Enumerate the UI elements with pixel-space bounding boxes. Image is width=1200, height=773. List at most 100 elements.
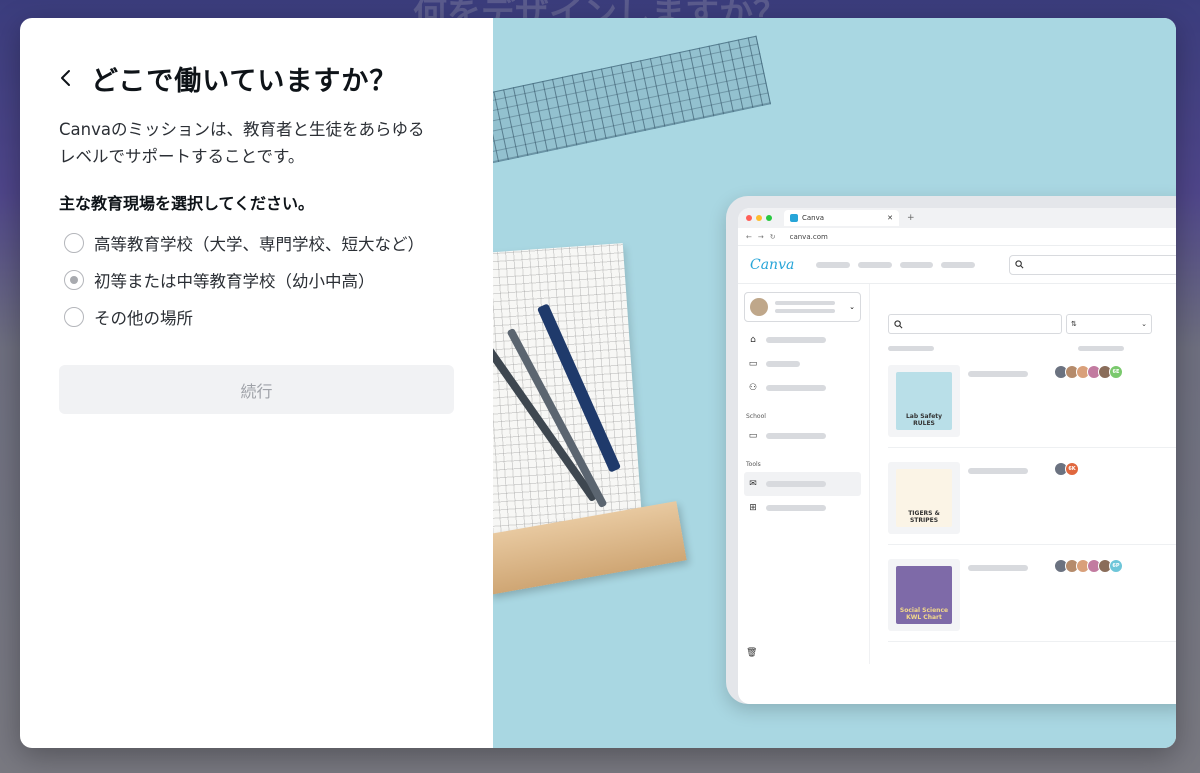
sidebar-item-create: ⊞ [744,496,861,520]
browser-tab-bar: Canva ✕ + [738,208,1176,228]
tablet-mockup: Canva ✕ + ←→↻ canva.com Canva ⌄ ⌂ ▭ ⚇ Sc… [726,196,1176,704]
avatar-overflow-badge: 6E [1109,365,1123,379]
design-title-placeholder [968,565,1028,571]
app-search-box [1008,254,1176,275]
navigation-icons: ←→↻ [746,232,782,241]
radio-button-selected[interactable] [64,269,84,290]
app-sidebar: ⌄ ⌂ ▭ ⚇ School ▭ Tools ✉ ⊞ 🗑 [738,284,870,664]
description-line-1: Canvaのミッションは、教育者と生徒をあらゆる [59,120,425,139]
dialog-form-panel: どこで働いていますか？ Canvaのミッションは、教育者と生徒をあらゆる レベル… [20,18,493,748]
team-name-placeholder [775,301,835,305]
thumbnail-art: Lab Safety RULES [896,372,952,430]
avatar-overflow-badge: 6K [1065,462,1079,476]
radio-button[interactable] [64,232,84,253]
nav-placeholder [941,261,975,268]
chevron-down-icon: ⌄ [849,303,855,311]
description-line-2: レベルでサポートすることです。 [59,147,305,166]
continue-button[interactable]: 続行 [59,365,454,414]
sidebar-label-placeholder [766,433,826,439]
app-main: ⇅ ⌄ Lab Safety RULES 6E TIGERS & STRIPES… [870,284,1176,664]
design-title-placeholder [968,371,1028,377]
avatar [750,298,768,316]
canva-favicon-icon [790,214,798,222]
dialog-title: どこで働いていますか？ [91,65,398,97]
avatar-overflow-badge: 6P [1109,559,1123,573]
education-radio-group: 高等教育学校（大学、専門学校、短大など） 初等または中等教育学校（幼小中高） そ… [59,224,454,335]
sidebar-label-placeholder [766,337,826,343]
nav-placeholder [857,261,892,268]
home-icon: ⌂ [750,335,756,345]
people-icon: ⚇ [748,383,758,393]
trash-icon: 🗑 [746,648,758,658]
close-dot-icon [746,215,752,221]
search-icon [1015,260,1024,269]
design-row: Social Science KWL Chart 6P [888,545,1176,642]
chevron-left-icon [61,70,70,86]
radio-dot [70,275,78,284]
sidebar-label-placeholder [766,505,826,511]
dialog-header: どこで働いていますか？ [59,60,454,97]
maximize-dot-icon [766,215,772,221]
canva-logo: Canva [750,256,795,273]
browser-tab: Canva ✕ [784,210,899,226]
plus-square-icon: ⊞ [749,503,757,513]
back-button[interactable] [59,62,87,94]
collaborator-avatars: 6K [1054,462,1079,476]
sidebar-label-placeholder [766,361,800,367]
thumbnail-art: Social Science KWL Chart [896,566,952,624]
browser-tab-label: Canva [802,214,825,222]
sort-dropdown: ⇅ ⌄ [1066,314,1152,334]
design-thumbnail: Lab Safety RULES [888,365,960,437]
column-header-placeholder [1078,346,1124,351]
url-text: canva.com [789,232,828,241]
sort-icon: ⇅ [1071,320,1077,328]
nav-placeholder [899,261,934,268]
collaborator-avatars: 6E [1054,365,1123,379]
option-other-place[interactable]: その他の場所 [59,298,454,335]
folder-icon: ▭ [748,359,758,369]
sidebar-section-school: School [746,412,766,420]
address-bar: ←→↻ canva.com [738,228,1176,246]
minimize-dot-icon [756,215,762,221]
inbox-icon: ✉ [749,479,757,489]
design-row: TIGERS & STRIPES 6K [888,448,1176,545]
search-icon [894,319,903,328]
collaborator-avatars: 6P [1054,559,1123,573]
option-k12-school[interactable]: 初等または中等教育学校（幼小中高） [59,261,454,298]
column-header-placeholder [888,346,934,351]
workplace-dialog: どこで働いていますか？ Canvaのミッションは、教育者と生徒をあらゆる レベル… [20,18,1176,748]
dialog-description: Canvaのミッションは、教育者と生徒をあらゆる レベルでサポートすることです。 [59,116,454,170]
design-thumbnail: TIGERS & STRIPES [888,462,960,534]
sidebar-item-projects: ▭ [744,352,861,376]
main-search-box [888,314,1062,334]
folder-icon: ▭ [748,431,758,441]
sidebar-item-school-folder: ▭ [744,424,861,448]
sidebar-label-placeholder [766,385,826,391]
sidebar-label-placeholder [766,481,826,487]
design-thumbnail: Social Science KWL Chart [888,559,960,631]
question-label: 主な教育現場を選択してください。 [59,194,315,213]
plus-icon: + [907,213,915,223]
ruler-illustration [493,35,771,167]
illustration-panel: Canva ✕ + ←→↻ canva.com Canva ⌄ ⌂ ▭ ⚇ Sc… [493,18,1176,748]
nav-placeholder [816,261,850,268]
thumbnail-art: TIGERS & STRIPES [896,469,952,527]
chevron-down-icon: ⌄ [1141,320,1147,328]
sidebar-item-home: ⌂ [744,328,861,352]
main-toolbar: ⇅ ⌄ [888,314,1176,334]
option-label: その他の場所 [94,308,193,328]
app-body: ⌄ ⌂ ▭ ⚇ School ▭ Tools ✉ ⊞ 🗑 ⇅ ⌄ Lab Saf… [738,284,1176,664]
design-title-placeholder [968,468,1028,474]
tablet-screen: Canva ✕ + ←→↻ canva.com Canva ⌄ ⌂ ▭ ⚇ Sc… [738,208,1176,704]
option-label: 高等教育学校（大学、専門学校、短大など） [94,234,424,254]
team-switcher: ⌄ [744,292,861,322]
close-icon: ✕ [887,214,893,222]
sidebar-section-tools: Tools [746,460,761,468]
sidebar-item-classes: ⚇ [744,376,861,400]
canva-app-header: Canva [738,246,1176,284]
sidebar-item-inbox: ✉ [744,472,861,496]
team-name-placeholder [775,309,835,313]
design-row: Lab Safety RULES 6E [888,351,1176,448]
radio-button[interactable] [64,306,84,327]
option-higher-education[interactable]: 高等教育学校（大学、専門学校、短大など） [59,224,454,261]
